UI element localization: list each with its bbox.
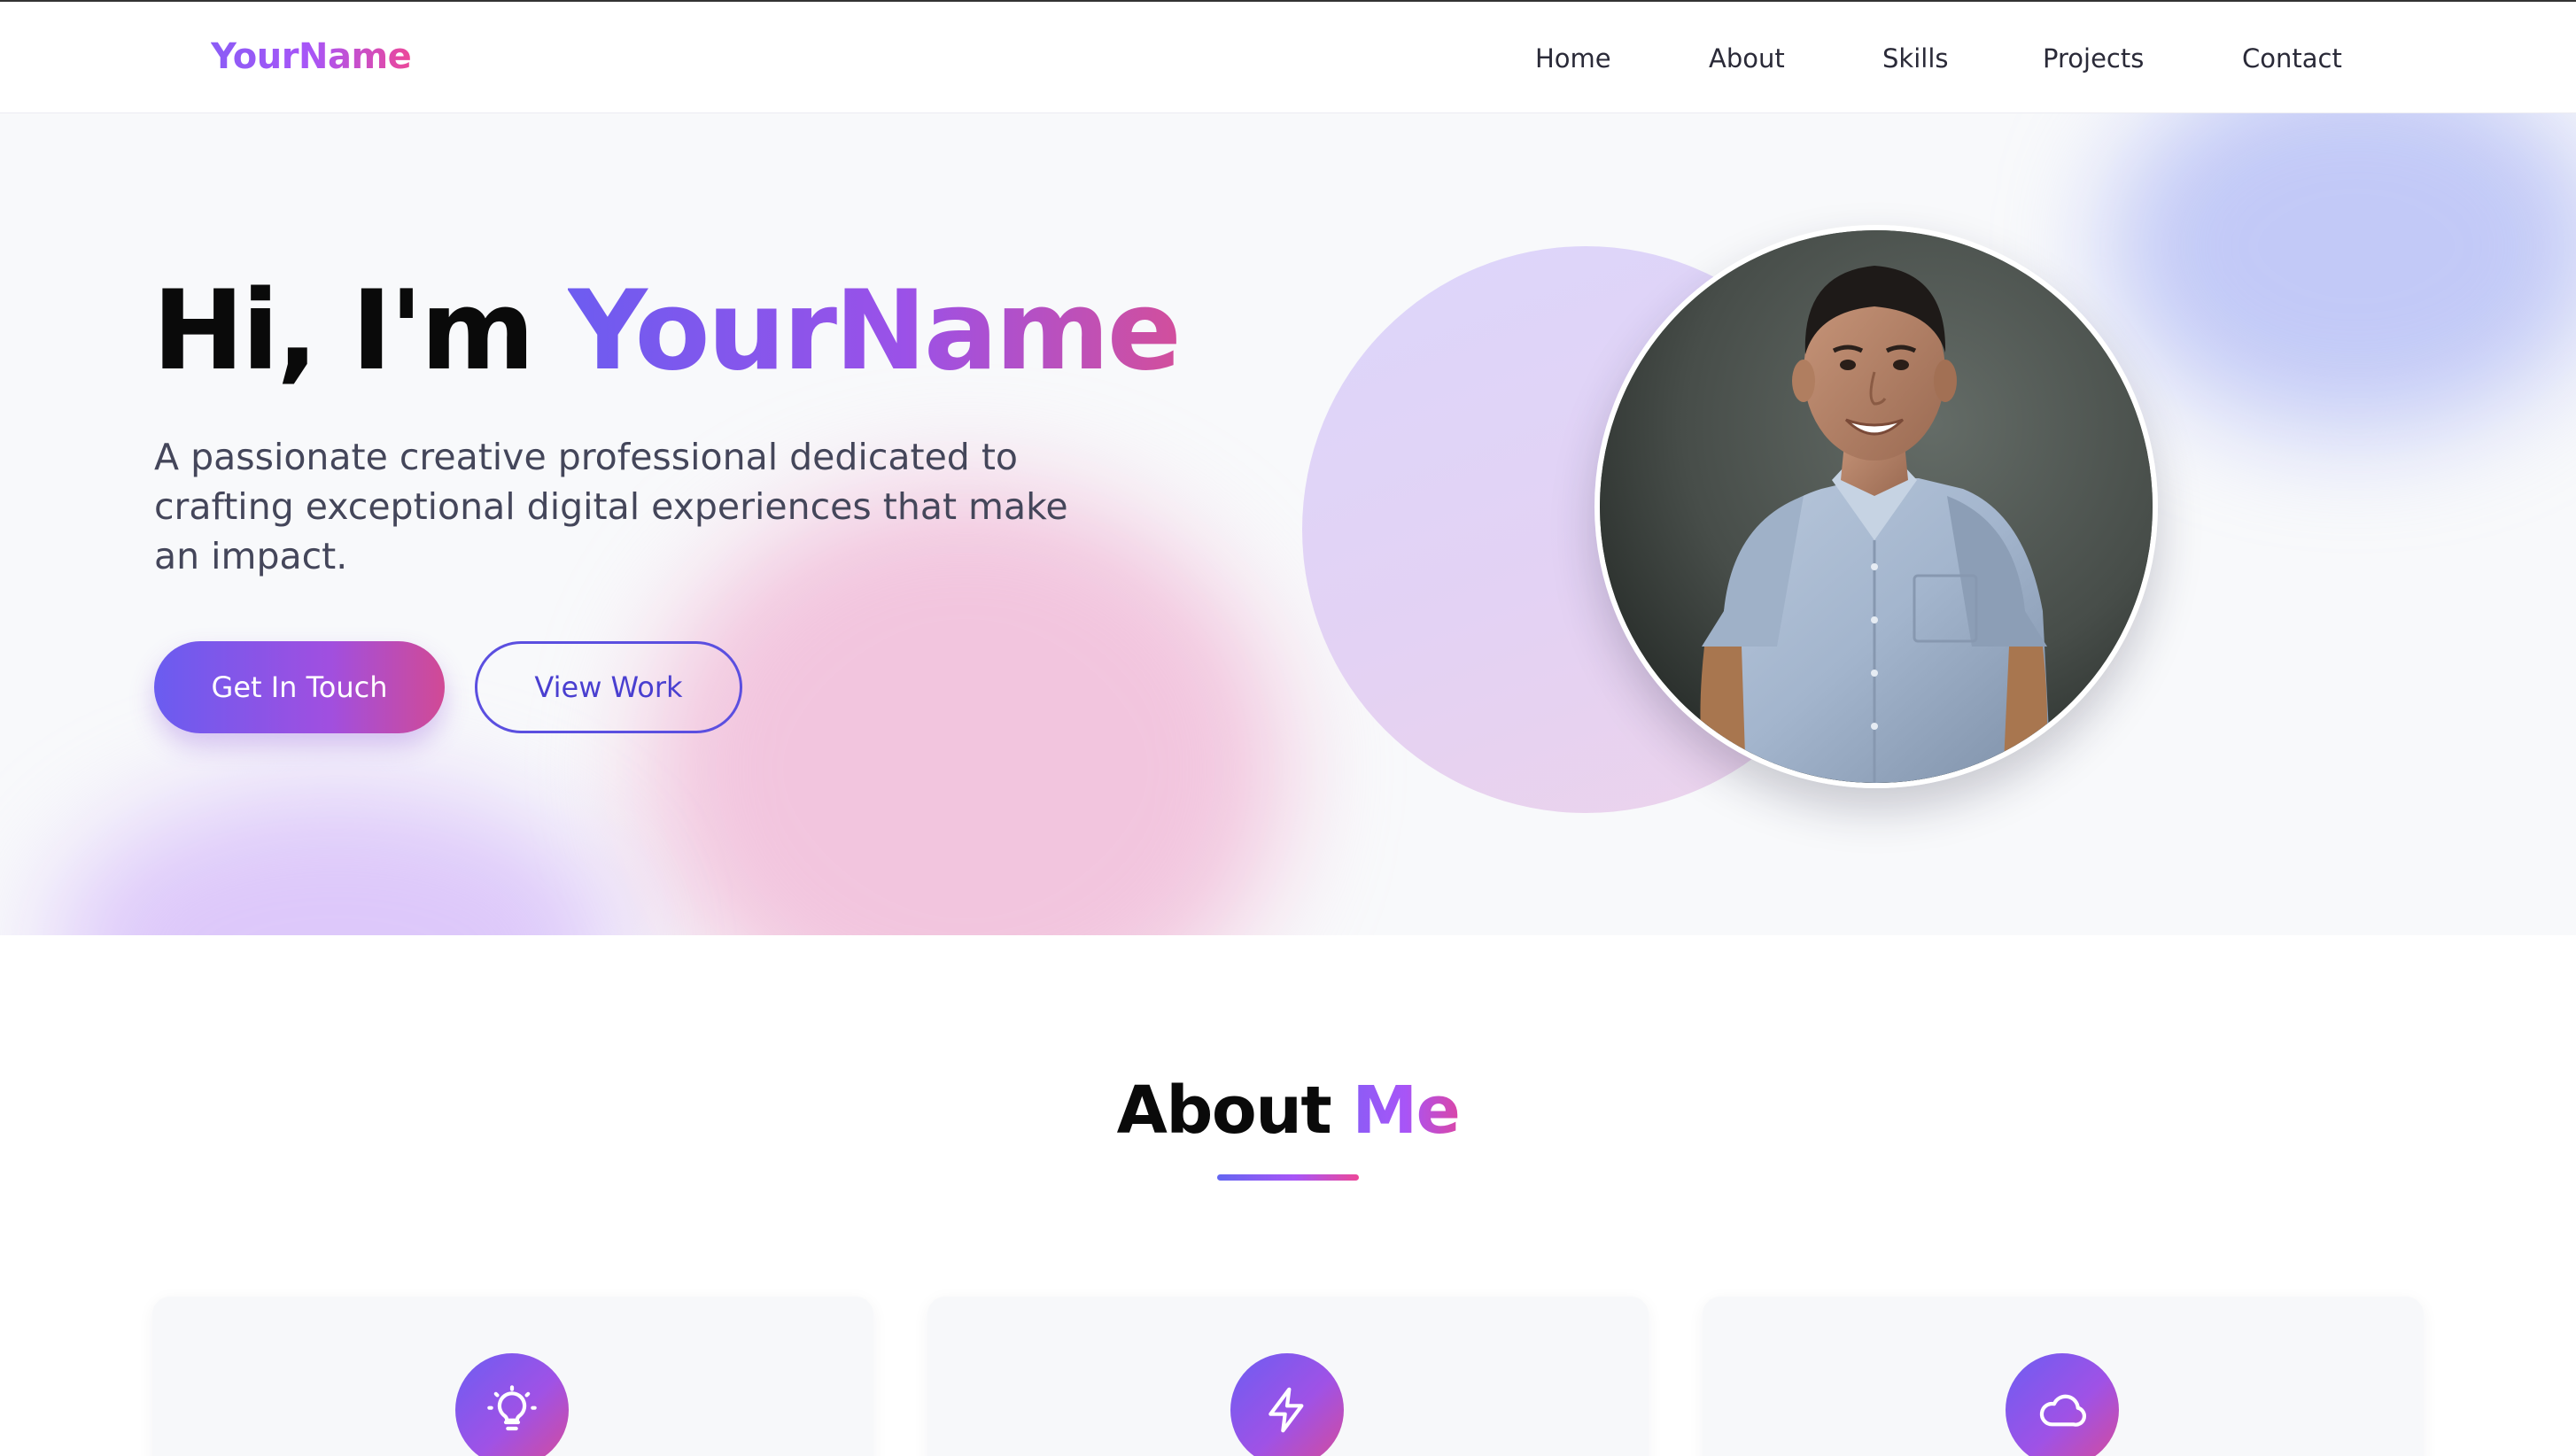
hero-greeting: Hi, I'm (152, 267, 535, 395)
about-card-3 (1703, 1297, 2424, 1456)
portfolio-page: YourName Home About Skills Projects Cont… (0, 0, 2576, 1456)
get-in-touch-button[interactable]: Get In Touch (154, 641, 445, 733)
hero-subtitle: A passionate creative professional dedic… (154, 436, 1068, 577)
nav-link-home[interactable]: Home (1535, 41, 1611, 76)
profile-photo (1594, 225, 2158, 788)
lightbulb-icon (455, 1353, 569, 1456)
nav-link-contact[interactable]: Contact (2242, 41, 2342, 76)
nav-link-projects[interactable]: Projects (2043, 41, 2144, 76)
navbar: YourName Home About Skills Projects Cont… (0, 0, 2576, 113)
hero-name: YourName (568, 267, 1182, 395)
about-title-accent: Me (1352, 1073, 1461, 1149)
cloud-icon (2006, 1353, 2119, 1456)
view-work-button[interactable]: View Work (475, 641, 742, 733)
lightning-icon (1230, 1353, 1344, 1456)
about-card-1 (152, 1297, 873, 1456)
nav-link-about[interactable]: About (1709, 41, 1785, 76)
hero-section: Hi, I'm YourName A passionate creative p… (0, 113, 2576, 935)
decorative-blob-lilac (53, 786, 620, 935)
about-underline (1217, 1174, 1359, 1181)
about-card-2 (927, 1297, 1649, 1456)
about-heading: About Me (0, 1068, 2576, 1153)
nav-links: Home About Skills Projects Contact (0, 41, 2576, 76)
nav-link-skills[interactable]: Skills (1882, 41, 1948, 76)
hero-heading: Hi, I'm YourName (152, 267, 1182, 395)
about-title-plain: About (1116, 1073, 1332, 1149)
decorative-blob-blue (2108, 113, 2576, 432)
